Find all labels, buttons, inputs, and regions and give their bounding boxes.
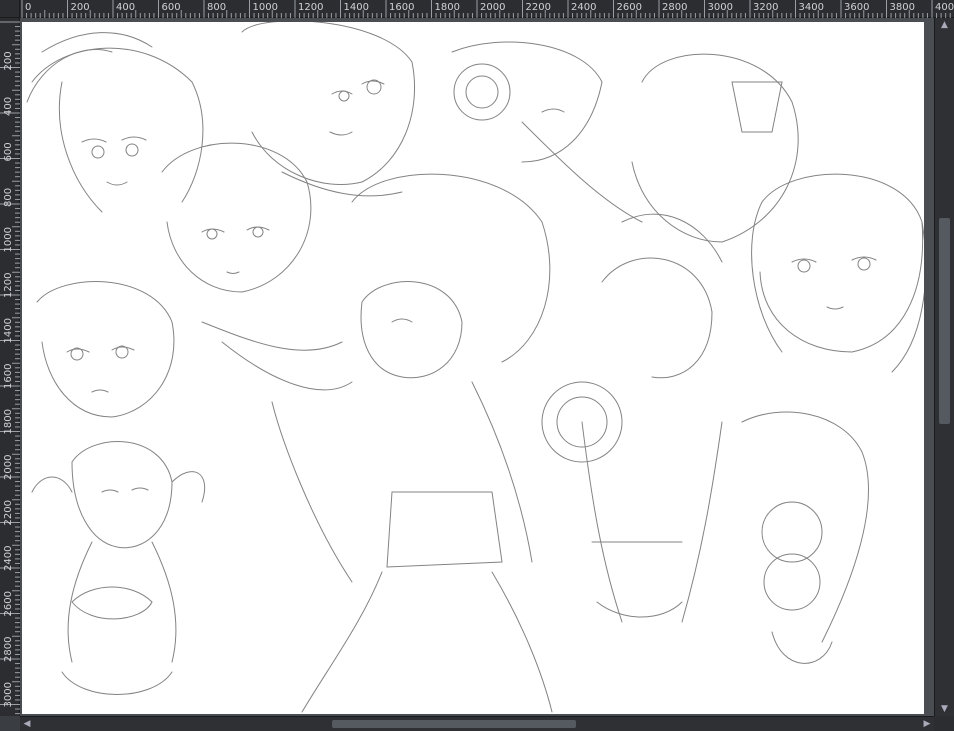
ruler-label: 2600 [3, 591, 14, 616]
ruler-label: 1400 [3, 318, 14, 343]
ruler-label: 4000 [935, 2, 954, 13]
ruler-label: 3800 [890, 2, 915, 13]
scroll-down-arrow-icon[interactable]: ▼ [935, 702, 954, 716]
ruler-label: 2400 [571, 2, 596, 13]
scroll-left-arrow-icon[interactable]: ◀ [20, 717, 34, 731]
ruler-label: 200 [71, 2, 90, 13]
ruler-label: 1200 [298, 2, 323, 13]
vertical-scrollbar[interactable]: ▲ ▼ [934, 18, 954, 716]
ruler-label: 1400 [344, 2, 369, 13]
ruler-label: 2800 [662, 2, 687, 13]
vertical-scroll-thumb[interactable] [939, 218, 950, 424]
ruler-label: 3200 [753, 2, 778, 13]
ruler-label: 2200 [3, 500, 14, 525]
ruler-corner [0, 0, 20, 18]
ruler-label: 2000 [480, 2, 505, 13]
ruler-label: 1600 [389, 2, 414, 13]
ruler-label: 800 [207, 2, 226, 13]
ruler-label: 1800 [3, 409, 14, 434]
scroll-right-arrow-icon[interactable]: ▶ [920, 717, 934, 731]
ruler-label: 3400 [799, 2, 824, 13]
ruler-label: 1200 [3, 273, 14, 298]
horizontal-ruler-ticks: 0 200 400 600 800 1000 1200 1400 1600 1800 2000 220… [21, 0, 954, 18]
scroll-up-arrow-icon[interactable]: ▲ [935, 18, 954, 32]
ruler-label: 1600 [3, 364, 14, 389]
ruler-label: 400 [116, 2, 135, 13]
horizontal-ruler[interactable]: 0 200 400 600 800 1000 1200 1400 1600 1800 2000 220… [20, 0, 954, 18]
ruler-label: 1800 [435, 2, 460, 13]
sketch-drawing [26, 22, 924, 713]
ruler-label: 2400 [3, 546, 14, 571]
horizontal-scroll-thumb[interactable] [332, 720, 576, 728]
drawing-canvas[interactable] [22, 22, 924, 714]
ruler-label: 3000 [3, 682, 14, 707]
ruler-label: 800 [3, 188, 14, 207]
vertical-ruler-ticks: 200 400 600 800 1000 1200 1400 1600 1800 2000 2200… [0, 21, 20, 715]
ruler-label: 2800 [3, 637, 14, 662]
ruler-label: 1000 [3, 227, 14, 252]
ruler-label: 400 [3, 97, 14, 116]
ruler-label: 0 [25, 2, 31, 13]
ruler-label: 1000 [253, 2, 278, 13]
ruler-label: 3600 [844, 2, 869, 13]
vertical-ruler[interactable]: 200 400 600 800 1000 1200 1400 1600 1800 2000 2200… [0, 18, 20, 716]
ruler-label: 2200 [526, 2, 551, 13]
ruler-label: 2000 [3, 455, 14, 480]
ruler-label: 200 [3, 51, 14, 70]
ruler-label: 600 [3, 142, 14, 161]
ruler-label: 2600 [617, 2, 642, 13]
scroll-corner [934, 716, 954, 731]
ruler-label: 600 [162, 2, 181, 13]
horizontal-scrollbar[interactable]: ◀ ▶ [20, 716, 934, 731]
canvas-workspace[interactable] [20, 18, 934, 716]
ruler-label: 3000 [708, 2, 733, 13]
